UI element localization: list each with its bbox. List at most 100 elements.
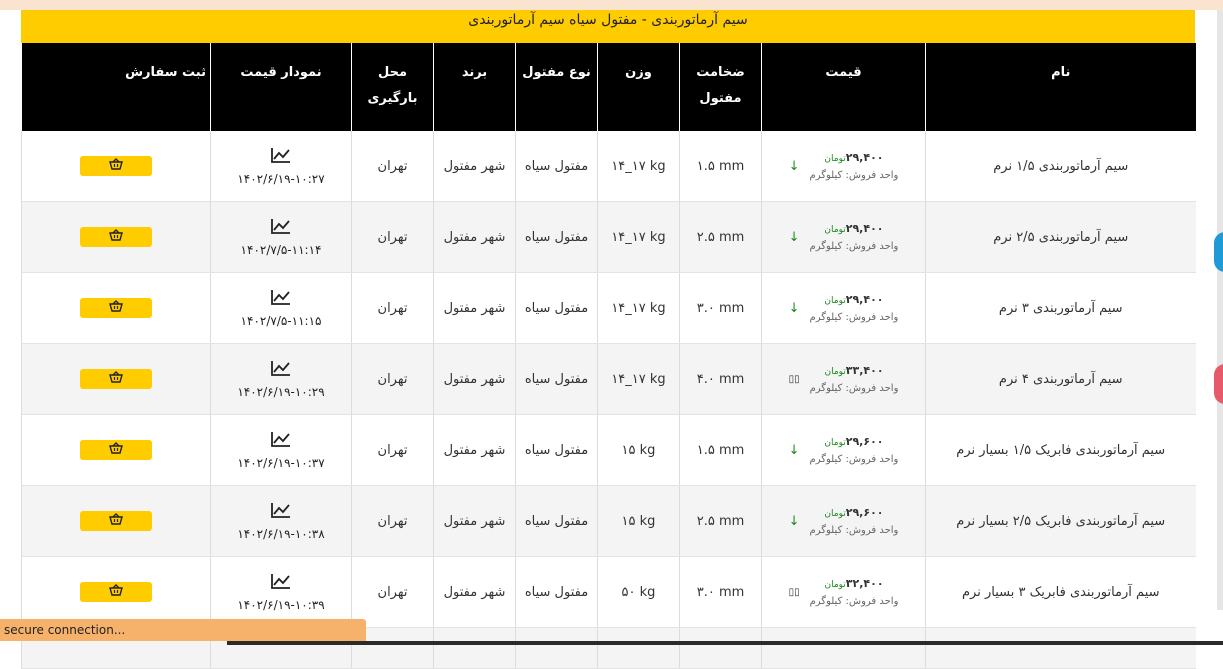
brand-cell: شهر مفتول bbox=[433, 485, 516, 557]
sale-unit: واحد فروش: کیلوگرم bbox=[809, 596, 899, 607]
chart-cell: ۱۴۰۲/۶/۱۹-۱۰:۳۷ bbox=[210, 414, 352, 486]
price-value: ۲۹,۶۰۰تومان bbox=[824, 506, 884, 519]
sale-unit: واحد فروش: کیلوگرم bbox=[809, 241, 899, 252]
price-value: ۲۹,۴۰۰تومان bbox=[824, 222, 884, 235]
price-cell: ۲۹,۴۰۰تومان واحد فروش: کیلوگرم ↓ bbox=[761, 272, 926, 344]
line-chart-icon[interactable] bbox=[270, 501, 292, 523]
line-chart-icon[interactable] bbox=[270, 146, 292, 168]
type-cell: مفتول سیاه bbox=[515, 343, 598, 415]
order-cell bbox=[21, 414, 211, 486]
line-chart-icon[interactable] bbox=[270, 217, 292, 239]
product-name[interactable]: سیم آرماتوربندی فابریک ۳ بسیار نرم bbox=[925, 556, 1196, 628]
trend-arrow-icon: ↓ bbox=[788, 300, 800, 316]
sale-unit: واحد فروش: کیلوگرم bbox=[809, 170, 899, 181]
order-cell bbox=[21, 272, 211, 344]
col-weight: وزن bbox=[597, 43, 680, 131]
sale-unit: واحد فروش: کیلوگرم bbox=[809, 525, 899, 536]
floating-widget-blue[interactable] bbox=[1214, 232, 1223, 272]
weight-cell: ۱۴_۱۷ kg bbox=[597, 272, 680, 344]
weight-cell: ۵۰ kg bbox=[597, 556, 680, 628]
line-chart-icon[interactable] bbox=[270, 288, 292, 310]
order-button[interactable] bbox=[80, 582, 152, 602]
price-value: ۳۲,۴۰۰تومان bbox=[824, 577, 884, 590]
product-name[interactable]: سیم آرماتوربندی ۳ نرم bbox=[925, 272, 1196, 344]
basket-icon bbox=[109, 442, 123, 458]
location-cell: تهران bbox=[351, 556, 434, 628]
col-type: نوع مفتول bbox=[515, 43, 598, 131]
brand-cell: شهر مفتول bbox=[433, 343, 516, 415]
order-cell bbox=[21, 556, 211, 628]
order-button[interactable] bbox=[80, 227, 152, 247]
basket-icon bbox=[109, 158, 123, 174]
brand-cell: شهر مفتول bbox=[433, 556, 516, 628]
taskbar-edge bbox=[227, 641, 1223, 645]
col-order: ثبت سفارش bbox=[21, 43, 211, 131]
page-scrollbar[interactable] bbox=[1217, 10, 1223, 610]
weight-cell: ۱۵ kg bbox=[597, 485, 680, 557]
line-chart-icon[interactable] bbox=[270, 572, 292, 594]
trend-arrow-icon: ▯▯ bbox=[788, 586, 800, 598]
price-value: ۲۹,۴۰۰تومان bbox=[824, 151, 884, 164]
price-cell: ۲۹,۶۰۰تومان واحد فروش: کیلوگرم ↓ bbox=[761, 485, 926, 557]
product-name[interactable]: سیم آرماتوربندی فابریک ۲/۵ بسیار نرم bbox=[925, 485, 1196, 557]
category-title: سیم آرماتوربندی - مفتول سیاه سیم آرماتور… bbox=[21, 10, 1195, 43]
partial-cell bbox=[925, 627, 1196, 669]
basket-icon bbox=[109, 229, 123, 245]
trend-arrow-icon: ↓ bbox=[788, 229, 800, 245]
table-row: سیم آرماتوربندی فابریک ۳ بسیار نرم ۳۲,۴۰… bbox=[21, 556, 1196, 628]
brand-cell: شهر مفتول bbox=[433, 272, 516, 344]
col-chart: نمودار قیمت bbox=[210, 43, 352, 131]
location-cell: تهران bbox=[351, 201, 434, 273]
line-chart-icon[interactable] bbox=[270, 359, 292, 381]
table-row: سیم آرماتوربندی فابریک ۱/۵ بسیار نرم ۲۹,… bbox=[21, 414, 1196, 486]
thickness-cell: ۴.۰ mm bbox=[679, 343, 762, 415]
chart-cell: ۱۴۰۲/۷/۵-۱۱:۱۵ bbox=[210, 272, 352, 344]
order-button[interactable] bbox=[80, 440, 152, 460]
type-cell: مفتول سیاه bbox=[515, 131, 598, 202]
table-row: سیم آرماتوربندی فابریک ۲/۵ بسیار نرم ۲۹,… bbox=[21, 485, 1196, 557]
line-chart-icon[interactable] bbox=[270, 430, 292, 452]
thickness-cell: ۳.۰ mm bbox=[679, 272, 762, 344]
basket-icon bbox=[109, 513, 123, 529]
type-cell: مفتول سیاه bbox=[515, 201, 598, 273]
order-button[interactable] bbox=[80, 369, 152, 389]
table-row: سیم آرماتوربندی ۳ نرم ۲۹,۴۰۰تومان واحد ف… bbox=[21, 272, 1196, 344]
product-name[interactable]: سیم آرماتوربندی ۱/۵ نرم bbox=[925, 131, 1196, 202]
chart-cell: ۱۴۰۲/۶/۱۹-۱۰:۲۹ bbox=[210, 343, 352, 415]
order-button[interactable] bbox=[80, 156, 152, 176]
thickness-cell: ۱.۵ mm bbox=[679, 414, 762, 486]
trend-arrow-icon: ▯▯ bbox=[788, 373, 800, 385]
order-cell bbox=[21, 343, 211, 415]
order-button[interactable] bbox=[80, 511, 152, 531]
basket-icon bbox=[109, 371, 123, 387]
table-row: سیم آرماتوربندی ۲/۵ نرم ۲۹,۴۰۰تومان واحد… bbox=[21, 201, 1196, 273]
brand-cell: شهر مفتول bbox=[433, 201, 516, 273]
col-brand: برند bbox=[433, 43, 516, 131]
order-button[interactable] bbox=[80, 298, 152, 318]
chart-cell: ۱۴۰۲/۶/۱۹-۱۰:۳۸ bbox=[210, 485, 352, 557]
col-price: قیمت bbox=[761, 43, 926, 131]
table-row: سیم آرماتوربندی ۱/۵ نرم ۲۹,۴۰۰تومان واحد… bbox=[21, 131, 1196, 202]
floating-widget-red[interactable] bbox=[1214, 364, 1223, 404]
weight-cell: ۱۴_۱۷ kg bbox=[597, 201, 680, 273]
product-name[interactable]: سیم آرماتوربندی ۴ نرم bbox=[925, 343, 1196, 415]
price-cell: ۲۹,۴۰۰تومان واحد فروش: کیلوگرم ↓ bbox=[761, 201, 926, 273]
location-cell: تهران bbox=[351, 272, 434, 344]
location-cell: تهران bbox=[351, 414, 434, 486]
chart-cell: ۱۴۰۲/۷/۵-۱۱:۱۴ bbox=[210, 201, 352, 273]
partial-cell bbox=[679, 627, 762, 669]
trend-arrow-icon: ↓ bbox=[788, 513, 800, 529]
product-name[interactable]: سیم آرماتوربندی ۲/۵ نرم bbox=[925, 201, 1196, 273]
location-cell: تهران bbox=[351, 485, 434, 557]
price-date: ۱۴۰۲/۷/۵-۱۱:۱۵ bbox=[240, 314, 322, 328]
sale-unit: واحد فروش: کیلوگرم bbox=[809, 383, 899, 394]
order-cell bbox=[21, 131, 211, 202]
sale-unit: واحد فروش: کیلوگرم bbox=[809, 454, 899, 465]
col-location: محل بارگیری bbox=[351, 43, 434, 131]
table-row: سیم آرماتوربندی ۴ نرم ۳۳,۴۰۰تومان واحد ف… bbox=[21, 343, 1196, 415]
brand-cell: شهر مفتول bbox=[433, 131, 516, 202]
status-bar: secure connection... bbox=[0, 619, 366, 641]
product-name[interactable]: سیم آرماتوربندی فابریک ۱/۵ بسیار نرم bbox=[925, 414, 1196, 486]
thickness-cell: ۲.۵ mm bbox=[679, 485, 762, 557]
type-cell: مفتول سیاه bbox=[515, 556, 598, 628]
